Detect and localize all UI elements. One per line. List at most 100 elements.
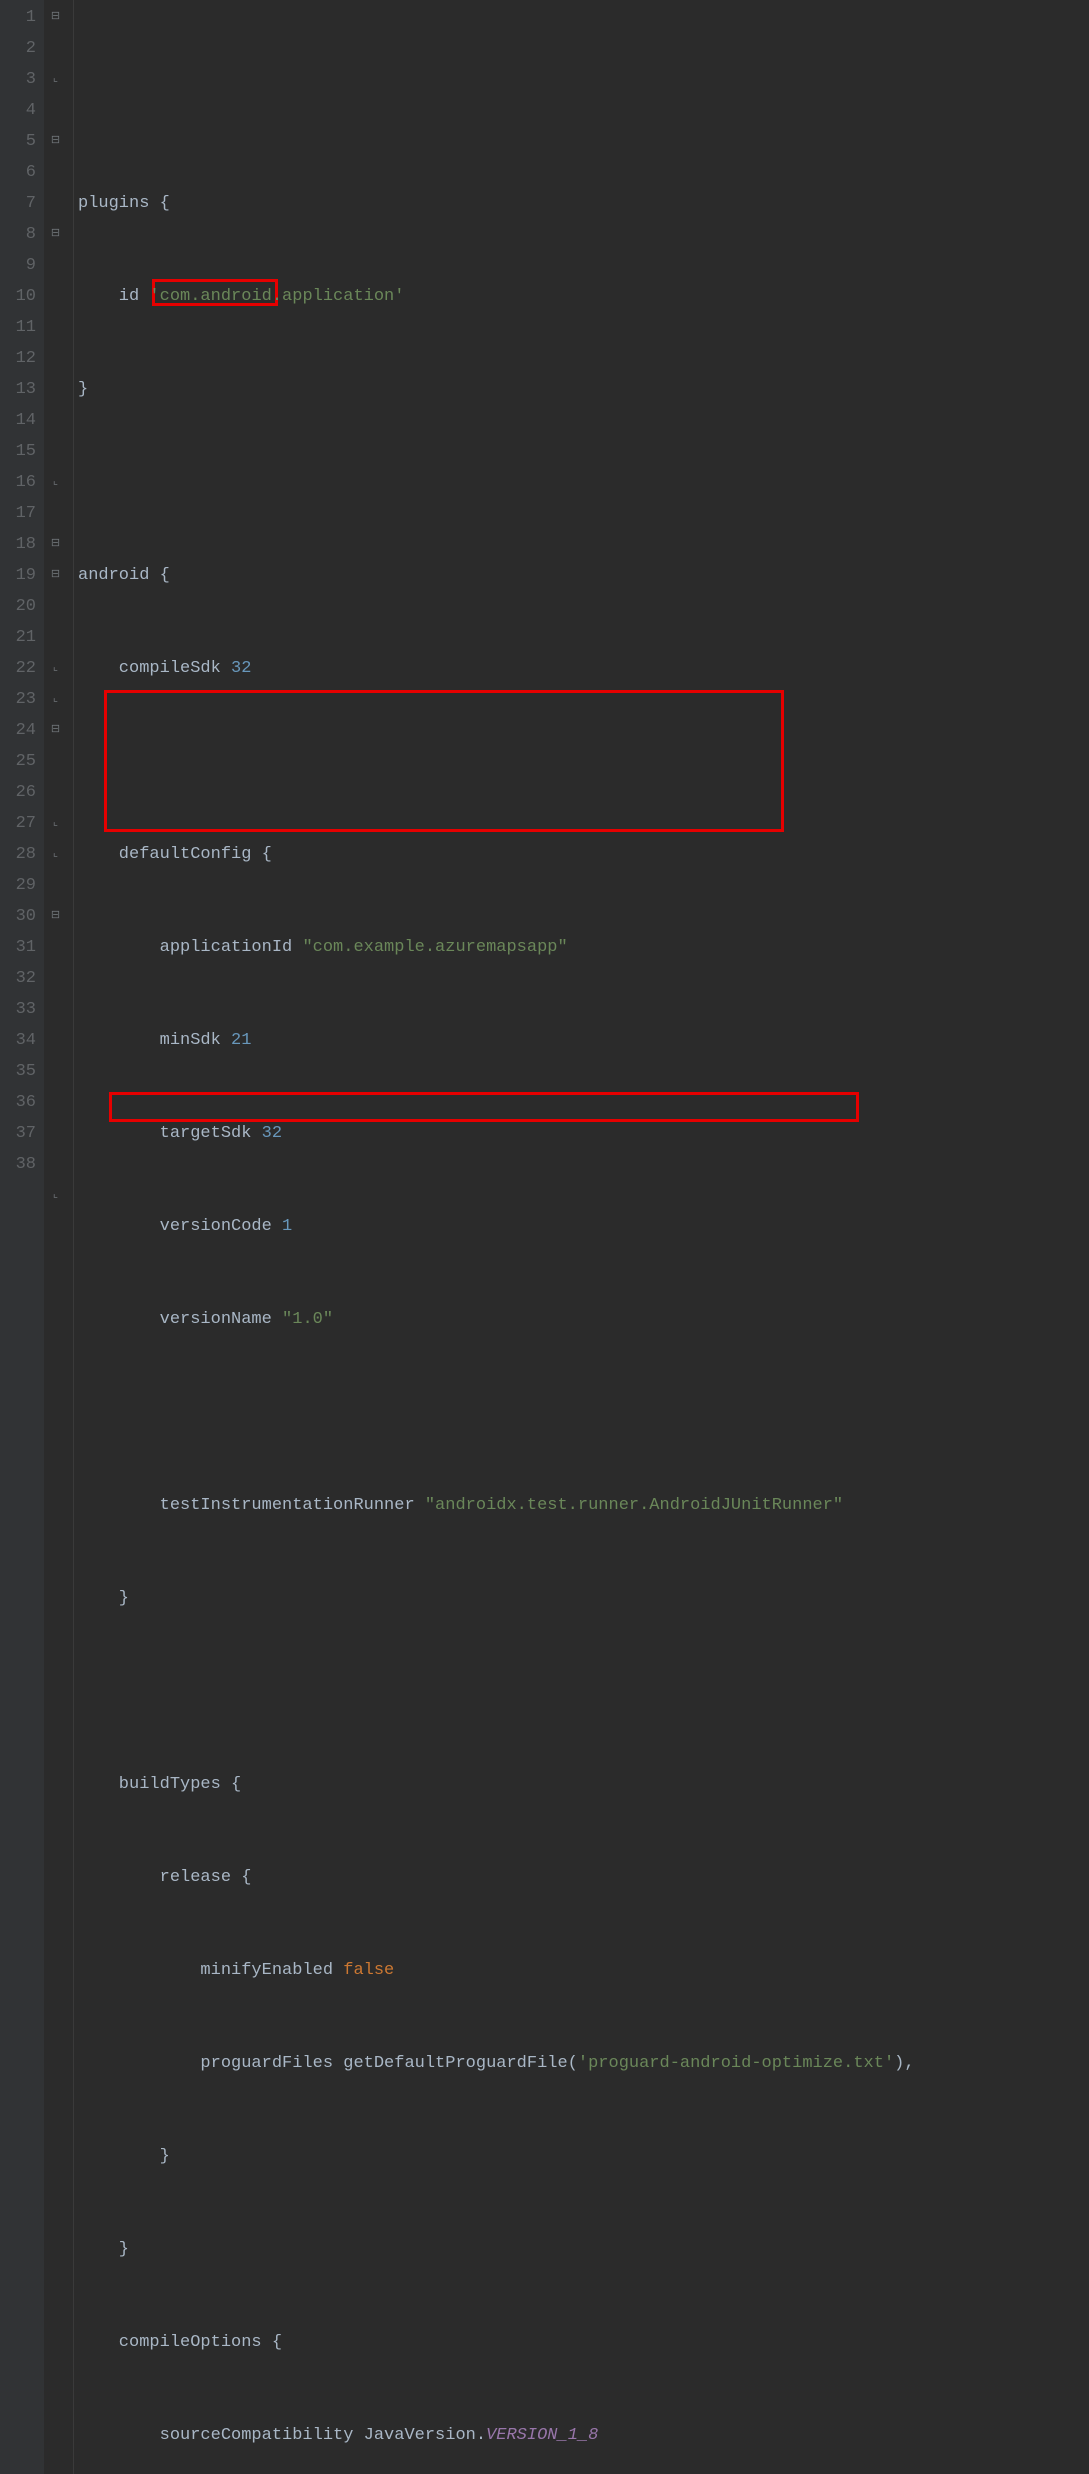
code-line[interactable]: } (78, 2141, 1089, 2172)
fold-open-icon[interactable]: ⊟ (50, 12, 61, 23)
line-number: 8 (0, 219, 36, 250)
code-line[interactable]: applicationId "com.example.azuremapsapp" (78, 932, 1089, 963)
line-number: 24 (0, 715, 36, 746)
line-number: 22 (0, 653, 36, 684)
enum-constant: VERSION_1_8 (486, 2426, 598, 2445)
line-number: 12 (0, 343, 36, 374)
line-number: 21 (0, 622, 36, 653)
line-number: 36 (0, 1087, 36, 1118)
tok: versionCode (78, 1217, 282, 1236)
line-number: 34 (0, 1025, 36, 1056)
line-number: 19 (0, 560, 36, 591)
line-number: 20 (0, 591, 36, 622)
line-number: 2 (0, 33, 36, 64)
fold-close-icon[interactable]: ⌞ (50, 849, 61, 860)
line-number: 33 (0, 994, 36, 1025)
brace: { (262, 845, 272, 864)
line-number: 29 (0, 870, 36, 901)
tok: versionName (78, 1310, 282, 1329)
fold-open-icon[interactable]: ⊟ (50, 725, 61, 736)
fold-open-icon[interactable]: ⊟ (50, 911, 61, 922)
line-number: 4 (0, 95, 36, 126)
fold-open-icon[interactable]: ⊟ (50, 570, 61, 581)
line-number: 31 (0, 932, 36, 963)
line-number: 17 (0, 498, 36, 529)
code-line[interactable] (78, 1397, 1089, 1428)
line-number: 35 (0, 1056, 36, 1087)
code-line[interactable]: android { (78, 560, 1089, 591)
string-literal: "androidx.test.runner.AndroidJUnitRunner… (425, 1496, 843, 1515)
code-line[interactable] (78, 1676, 1089, 1707)
code-line[interactable]: versionCode 1 (78, 1211, 1089, 1242)
string-literal: "1.0" (282, 1310, 333, 1329)
line-number: 38 (0, 1149, 36, 1180)
line-number: 7 (0, 188, 36, 219)
code-line[interactable]: versionName "1.0" (78, 1304, 1089, 1335)
line-number: 30 (0, 901, 36, 932)
tok: testInstrumentationRunner (78, 1496, 425, 1515)
fold-close-icon[interactable]: ⌞ (50, 477, 61, 488)
brace: } (78, 2240, 129, 2259)
number-literal: 32 (262, 1124, 282, 1143)
code-line[interactable]: proguardFiles getDefaultProguardFile('pr… (78, 2048, 1089, 2079)
brace: { (160, 194, 170, 213)
line-number: 28 (0, 839, 36, 870)
keyword: false (343, 1961, 394, 1980)
brace: { (231, 1775, 241, 1794)
line-number: 9 (0, 250, 36, 281)
code-line[interactable] (78, 467, 1089, 498)
line-number: 11 (0, 312, 36, 343)
tok: sourceCompatibility JavaVersion. (78, 2426, 486, 2445)
line-number: 18 (0, 529, 36, 560)
code-line[interactable]: testInstrumentationRunner "androidx.test… (78, 1490, 1089, 1521)
tok: id (78, 287, 149, 306)
line-number: 10 (0, 281, 36, 312)
fold-open-icon[interactable]: ⊟ (50, 136, 61, 147)
tok: targetSdk (78, 1124, 262, 1143)
code-line[interactable] (78, 746, 1089, 777)
fold-close-icon[interactable]: ⌞ (50, 818, 61, 829)
code-line[interactable]: minifyEnabled false (78, 1955, 1089, 1986)
code-line[interactable]: sourceCompatibility JavaVersion.VERSION_… (78, 2420, 1089, 2451)
fold-close-icon[interactable]: ⌞ (50, 694, 61, 705)
line-number: 1 (0, 2, 36, 33)
tok: applicationId (78, 938, 302, 957)
number-literal: 32 (231, 659, 251, 678)
code-line[interactable]: buildTypes { (78, 1769, 1089, 1800)
code-editor[interactable]: 1 2 3 4 5 6 7 8 9 10 11 12 13 14 15 16 1… (0, 0, 1089, 2474)
fold-close-icon[interactable]: ⌞ (50, 1190, 61, 1201)
code-area[interactable]: plugins { id 'com.android.application' }… (74, 0, 1089, 2474)
code-line[interactable]: } (78, 374, 1089, 405)
code-line[interactable]: id 'com.android.application' (78, 281, 1089, 312)
line-number: 27 (0, 808, 36, 839)
line-number: 3 (0, 64, 36, 95)
line-number (0, 1180, 36, 1211)
tok: plugins (78, 194, 160, 213)
code-line[interactable]: defaultConfig { (78, 839, 1089, 870)
code-line[interactable]: release { (78, 1862, 1089, 1893)
fold-column: ⊟ ⌞ ⊟ ⊟ ⌞ ⊟ ⊟ ⌞ ⌞ ⊟ ⌞ ⌞ ⊟ ⌞ (44, 0, 74, 2474)
string-literal: 'proguard-android-optimize.txt' (578, 2054, 894, 2073)
line-number: 16 (0, 467, 36, 498)
tok: defaultConfig (78, 845, 262, 864)
code-line[interactable]: } (78, 2234, 1089, 2265)
brace: } (78, 2147, 170, 2166)
brace: } (78, 380, 88, 399)
code-line[interactable]: targetSdk 32 (78, 1118, 1089, 1149)
line-number: 5 (0, 126, 36, 157)
string-literal: 'com.android.application' (149, 287, 404, 306)
code-line[interactable]: compileSdk 32 (78, 653, 1089, 684)
brace: { (241, 1868, 251, 1887)
fold-close-icon[interactable]: ⌞ (50, 74, 61, 85)
line-number: 6 (0, 157, 36, 188)
code-line[interactable]: minSdk 21 (78, 1025, 1089, 1056)
code-line[interactable]: compileOptions { (78, 2327, 1089, 2358)
code-line[interactable]: } (78, 1583, 1089, 1614)
fold-close-icon[interactable]: ⌞ (50, 663, 61, 674)
code-line[interactable]: plugins { (78, 188, 1089, 219)
fold-open-icon[interactable]: ⊟ (50, 539, 61, 550)
line-number: 14 (0, 405, 36, 436)
line-number: 37 (0, 1118, 36, 1149)
line-number: 26 (0, 777, 36, 808)
fold-open-icon[interactable]: ⊟ (50, 229, 61, 240)
